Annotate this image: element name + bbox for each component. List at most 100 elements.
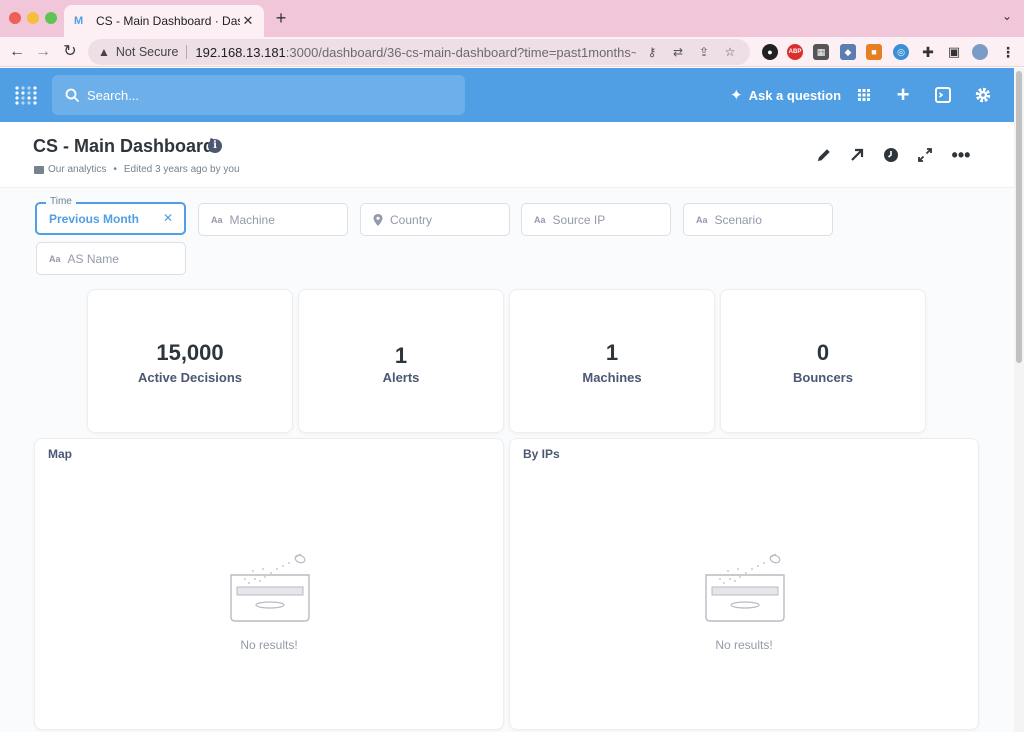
window-close-button[interactable] <box>9 12 21 24</box>
window-zoom-button[interactable] <box>45 12 57 24</box>
panel-title[interactable]: Map <box>48 447 72 461</box>
tab-title: CS - Main Dashboard · Dashboard <box>96 14 240 28</box>
omnibox-divider <box>186 45 188 59</box>
browser-tab[interactable]: M CS - Main Dashboard · Dashboard ✕ <box>64 5 264 37</box>
translate-icon[interactable]: ⇄ <box>668 45 688 59</box>
adblock-extension-icon[interactable]: ABP <box>787 44 803 60</box>
share-arrow-icon[interactable] <box>848 146 866 164</box>
filter-machine-label: Machine <box>229 212 275 227</box>
browse-grid-icon[interactable] <box>854 85 874 105</box>
key-icon[interactable]: ⚷ <box>642 45 662 59</box>
url-text[interactable]: 192.168.13.181:3000/dashboard/36-cs-main… <box>195 45 636 60</box>
folder-icon <box>34 165 44 174</box>
filter-scenario-label: Scenario <box>714 212 762 227</box>
filter-source-ip[interactable]: Aa Source IP <box>521 203 671 236</box>
forward-button[interactable]: → <box>32 41 54 63</box>
dashboard-header: CS - Main Dashboard i Our analytics • Ed… <box>0 122 1014 188</box>
scalar-value: 1 <box>394 343 408 368</box>
text-icon: Aa <box>49 253 61 264</box>
color-extension-icon[interactable]: ■ <box>866 44 882 60</box>
text-icon: Aa <box>211 214 223 225</box>
filter-source-ip-label: Source IP <box>552 212 606 227</box>
history-clock-icon[interactable] <box>882 146 900 164</box>
settings-gear-icon[interactable] <box>973 85 993 105</box>
url-path: :3000/dashboard/36-cs-main-dashboard?tim… <box>285 44 636 60</box>
search-icon <box>65 88 79 102</box>
profile-avatar-icon[interactable] <box>972 44 988 60</box>
filter-country-label: Country <box>390 212 433 227</box>
scalar-card-bouncers[interactable]: 0 Bouncers <box>720 289 926 433</box>
text-icon: Aa <box>534 214 546 225</box>
scalar-label[interactable]: Alerts <box>299 370 503 385</box>
scalar-value: 1 <box>605 340 619 365</box>
scalar-label[interactable]: Bouncers <box>721 370 925 385</box>
url-host: 192.168.13.181 <box>195 44 286 60</box>
text-icon: Aa <box>696 214 708 225</box>
new-plus-icon[interactable]: + <box>893 84 913 106</box>
filter-machine[interactable]: Aa Machine <box>198 203 348 236</box>
fullscreen-expand-icon[interactable] <box>916 146 934 164</box>
scalar-label[interactable]: Active Decisions <box>88 370 292 385</box>
search-bar[interactable] <box>52 75 465 115</box>
sparkle-icon: ✦ <box>730 87 743 104</box>
shield-extension-icon[interactable]: ◆ <box>840 44 856 60</box>
filter-scenario[interactable]: Aa Scenario <box>683 203 833 236</box>
scalar-card-alerts[interactable]: 1 Alerts <box>298 289 504 433</box>
filter-as-name[interactable]: Aa AS Name <box>36 242 186 275</box>
edit-pencil-icon[interactable] <box>815 146 833 164</box>
scalar-value: 15,000 <box>156 340 224 365</box>
more-options-icon[interactable]: ••• <box>950 146 972 164</box>
collection-link[interactable]: Our analytics <box>48 164 106 175</box>
scalar-card-machines[interactable]: 1 Machines <box>509 289 715 433</box>
edited-info[interactable]: Edited 3 years ago by you <box>124 164 240 175</box>
back-button[interactable]: ← <box>6 41 28 63</box>
filter-as-name-label: AS Name <box>67 251 119 266</box>
new-tab-button[interactable]: + <box>272 8 290 28</box>
circle-extension-icon[interactable]: ◎ <box>893 44 909 60</box>
browser-menu-icon[interactable]: ⋮ <box>1000 44 1016 60</box>
security-label[interactable]: Not Secure <box>116 45 179 59</box>
address-bar[interactable]: ▲ Not Secure 192.168.13.181:3000/dashboa… <box>88 39 750 65</box>
extension-ghost-icon[interactable]: ● <box>762 44 778 60</box>
meta-separator: • <box>113 164 117 175</box>
ask-question-button[interactable]: ✦ Ask a question <box>730 86 841 104</box>
sql-editor-icon[interactable] <box>933 85 953 105</box>
scalar-value: 0 <box>816 340 830 365</box>
bookmark-star-icon[interactable]: ☆ <box>720 45 740 59</box>
metabase-favicon-icon: M <box>74 15 84 27</box>
filter-time[interactable]: Time Previous Month ✕ <box>35 196 186 235</box>
reload-button[interactable]: ↻ <box>59 41 81 63</box>
filter-clear-icon[interactable]: ✕ <box>163 211 173 225</box>
browser-toolbar: ← → ↻ ▲ Not Secure 192.168.13.181:3000/d… <box>0 37 1024 67</box>
warning-triangle-icon: ▲ <box>98 45 110 59</box>
scrollbar-thumb[interactable] <box>1016 71 1022 363</box>
qr-extension-icon[interactable]: ▦ <box>813 44 829 60</box>
filter-time-legend: Time <box>46 196 76 207</box>
page-scrollbar[interactable] <box>1014 68 1024 732</box>
tab-search-chevron-icon[interactable]: ⌄ <box>1002 9 1012 23</box>
empty-state-text: No results! <box>240 638 298 652</box>
panel-card-map[interactable]: Map No results! <box>34 438 504 730</box>
ask-question-label: Ask a question <box>748 87 842 103</box>
empty-state-text: No results! <box>715 638 773 652</box>
tab-close-icon[interactable]: ✕ <box>240 13 256 29</box>
scalar-card-active-decisions[interactable]: 15,000 Active Decisions <box>87 289 293 433</box>
empty-box-icon <box>230 553 310 622</box>
share-icon[interactable]: ⇪ <box>694 45 714 59</box>
dashboard-meta: Our analytics • Edited 3 years ago by yo… <box>34 164 240 175</box>
search-input[interactable] <box>87 87 447 103</box>
browser-tab-strip: M CS - Main Dashboard · Dashboard ✕ + ⌄ <box>0 0 1024 37</box>
panel-title[interactable]: By IPs <box>523 447 560 461</box>
window-minimize-button[interactable] <box>27 12 39 24</box>
info-icon[interactable]: i <box>208 139 222 153</box>
metabase-logo-icon[interactable] <box>15 85 37 105</box>
filter-country[interactable]: Country <box>360 203 510 236</box>
puzzle-extensions-icon[interactable]: ✚ <box>920 44 936 60</box>
filter-time-value: Previous Month <box>49 211 140 226</box>
location-pin-icon <box>373 213 383 226</box>
side-panel-icon[interactable]: ▣ <box>946 44 962 60</box>
dashboard-title[interactable]: CS - Main Dashboard <box>33 136 214 157</box>
panel-card-by-ips[interactable]: By IPs No results! <box>509 438 979 730</box>
app-header: ✦ Ask a question + <box>0 68 1014 122</box>
scalar-label[interactable]: Machines <box>510 370 714 385</box>
